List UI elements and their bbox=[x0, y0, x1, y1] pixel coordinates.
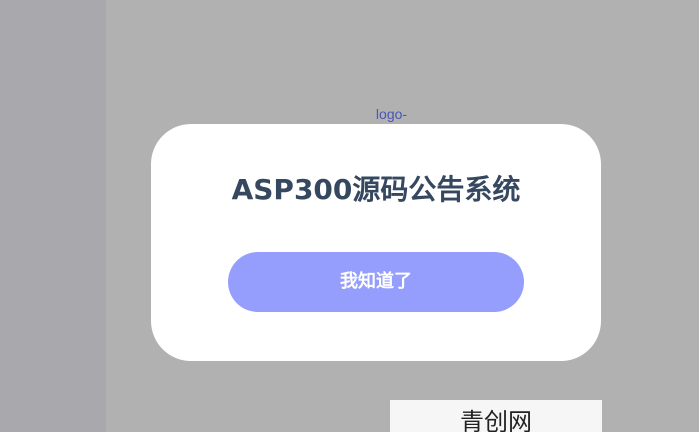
brand-watermark: 青创网 bbox=[390, 400, 602, 432]
dialog-title: ASP300源码公告系统 bbox=[231, 173, 521, 206]
logo-placeholder-text: logo- bbox=[375, 106, 408, 122]
left-side-panel bbox=[0, 0, 106, 432]
acknowledge-button[interactable]: 我知道了 bbox=[228, 252, 524, 312]
announcement-dialog: ASP300源码公告系统 我知道了 bbox=[151, 124, 601, 361]
brand-watermark-text: 青创网 bbox=[460, 408, 532, 432]
